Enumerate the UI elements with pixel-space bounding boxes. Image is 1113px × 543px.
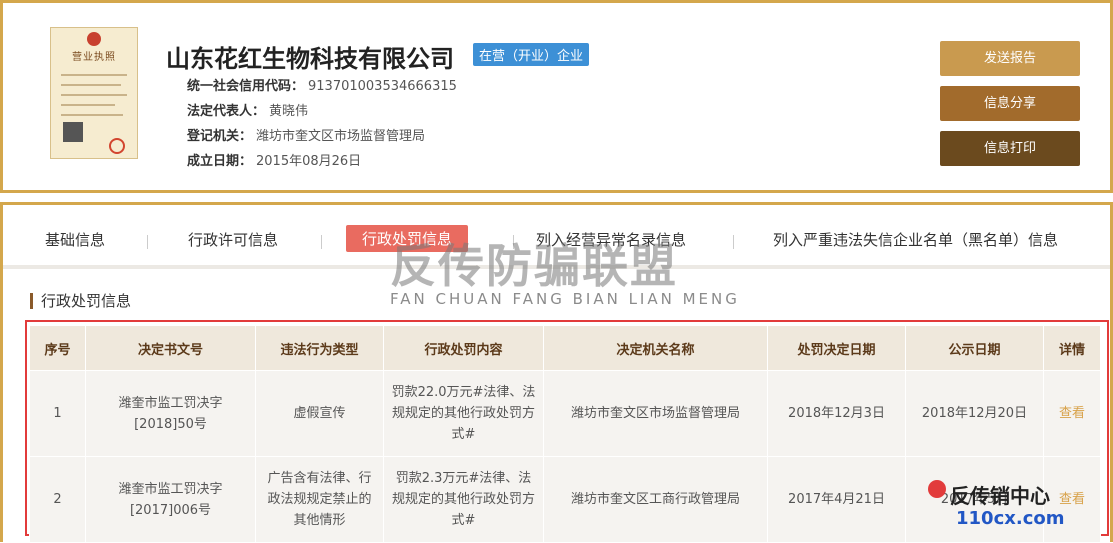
watermark-subtext: FAN CHUAN FANG BIAN LIAN MENG [390, 290, 740, 308]
qr-code-icon [63, 122, 83, 142]
seal-icon [109, 138, 125, 154]
tab-blacklist[interactable]: 列入严重违法失信企业名单（黑名单）信息 [773, 229, 1058, 250]
penalty-content: 罚款22.0万元#法律、法规规定的其他行政处罚方式# [383, 370, 544, 457]
business-license-image[interactable]: 营业执照 [50, 27, 138, 159]
legal-representative-row: 法定代表人： 黄晓伟 [187, 104, 309, 119]
view-details-link[interactable]: 查看 [1043, 370, 1101, 457]
status-badge: 在营（开业）企业 [473, 43, 590, 66]
share-info-button[interactable]: 信息分享 [940, 86, 1080, 121]
company-header-card: 营业执照 山东花红生物科技有限公司 在营（开业）企业 统一社会信用代码： 9137… [0, 0, 1113, 193]
section-title: 行政处罚信息 [30, 293, 131, 309]
decision-number: 潍奎市监工罚决字[2018]50号 [85, 370, 256, 457]
col-header: 公示日期 [905, 325, 1044, 371]
col-header: 违法行为类型 [255, 325, 384, 371]
authority-name: 潍坊市奎文区工商行政管理局 [543, 456, 768, 543]
decision-number: 潍奎市监工罚决字[2017]006号 [85, 456, 256, 543]
row-index: 2 [29, 456, 86, 543]
penalty-content: 罚款2.3万元#法律、法规规定的其他行政处罚方式# [383, 456, 544, 543]
fist-icon [928, 480, 946, 498]
brand-name: 反传销中心 [950, 484, 1050, 508]
col-header: 决定机关名称 [543, 325, 768, 371]
table-row: 1 潍奎市监工罚决字[2018]50号 虚假宣传 罚款22.0万元#法律、法规规… [29, 370, 1101, 457]
decision-date: 2017年4月21日 [767, 456, 906, 543]
registration-authority-row: 登记机关： 潍坊市奎文区市场监督管理局 [187, 129, 426, 144]
row-index: 1 [29, 370, 86, 457]
col-header: 详情 [1043, 325, 1101, 371]
col-header: 序号 [29, 325, 86, 371]
tab-admin-license[interactable]: 行政许可信息 [188, 229, 278, 250]
table-header-row: 序号 决定书文号 违法行为类型 行政处罚内容 决定机关名称 处罚决定日期 公示日… [29, 325, 1101, 371]
col-header: 处罚决定日期 [767, 325, 906, 371]
col-header: 决定书文号 [85, 325, 256, 371]
national-emblem-icon [87, 32, 101, 46]
tab-basic-info[interactable]: 基础信息 [45, 229, 105, 250]
violation-type: 广告含有法律、行政法规规定禁止的其他情形 [255, 456, 384, 543]
established-date-row: 成立日期： 2015年08月26日 [187, 154, 362, 169]
print-info-button[interactable]: 信息打印 [940, 131, 1080, 166]
col-header: 行政处罚内容 [383, 325, 544, 371]
violation-type: 虚假宣传 [255, 370, 384, 457]
credit-code-row: 统一社会信用代码： 913701003534666315 [187, 79, 457, 94]
authority-name: 潍坊市奎文区市场监督管理局 [543, 370, 768, 457]
publish-date: 2018年12月20日 [905, 370, 1044, 457]
watermark-text: 反传防骗联盟 [390, 239, 678, 293]
company-name: 山东花红生物科技有限公司 [166, 45, 454, 73]
brand-watermark-logo: 反传销中心 110cx.com [928, 478, 1092, 534]
license-title: 营业执照 [72, 52, 116, 63]
brand-domain: 110cx.com [956, 508, 1065, 529]
decision-date: 2018年12月3日 [767, 370, 906, 457]
send-report-button[interactable]: 发送报告 [940, 41, 1080, 76]
